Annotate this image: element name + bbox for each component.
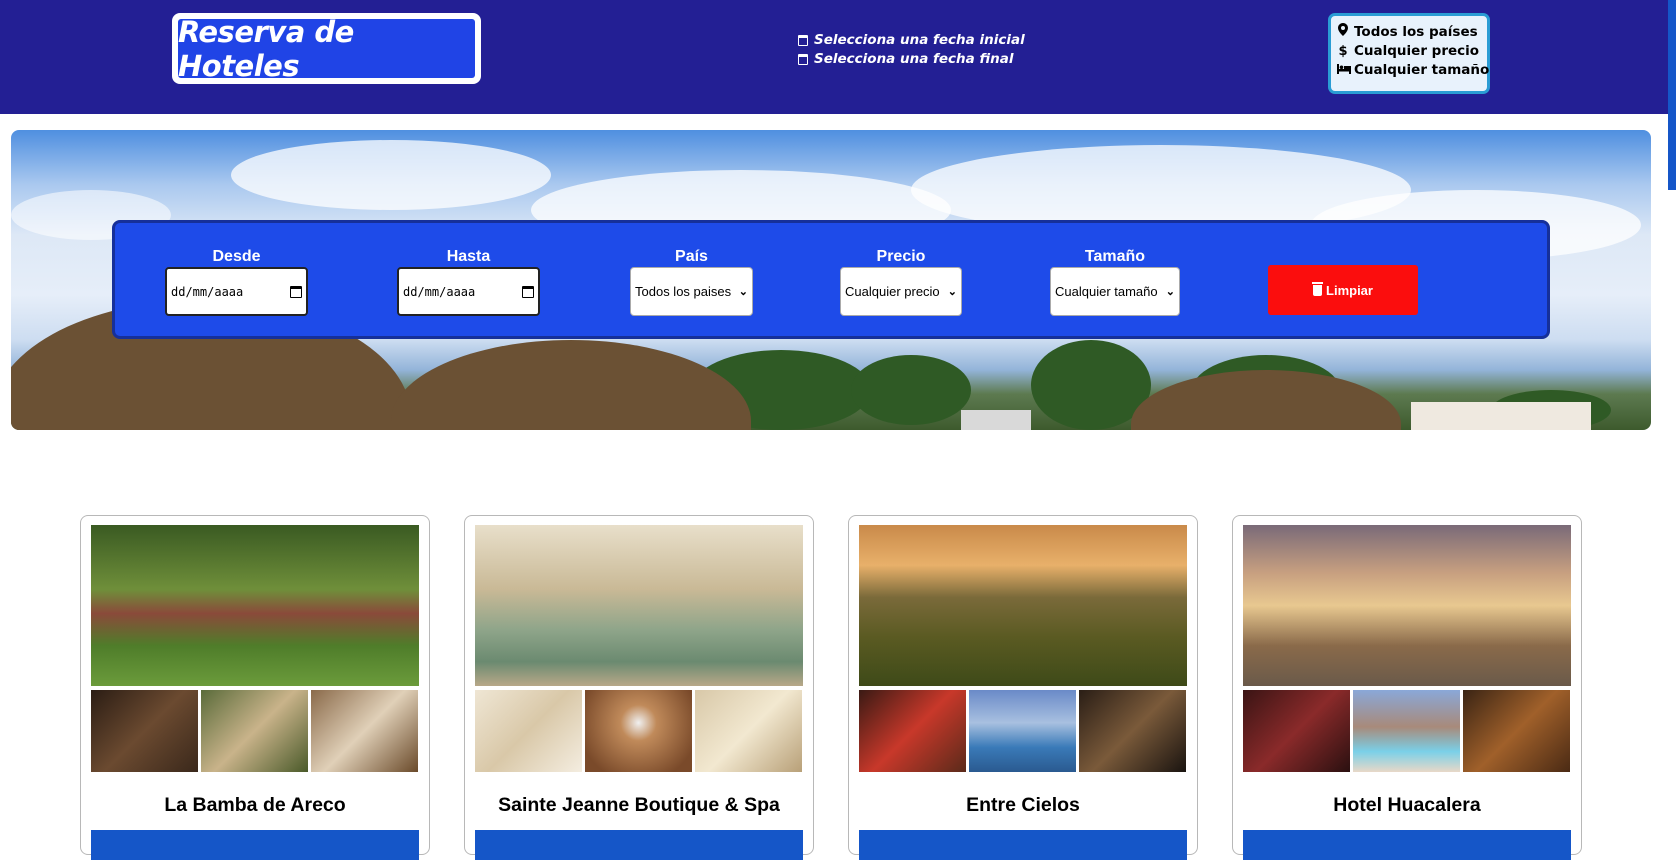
- hotel-availability-strip: [859, 830, 1187, 860]
- price-field: Precio Cualquier precio ⌄: [840, 247, 962, 316]
- hotel-card[interactable]: Entre Cielos: [848, 515, 1198, 860]
- selected-dates: Selecciona una fecha inicial Selecciona …: [798, 31, 1025, 69]
- hotel-card[interactable]: Sainte Jeanne Boutique & Spa: [464, 515, 814, 860]
- hotel-main-photo[interactable]: [91, 525, 419, 686]
- calendar-icon: [798, 35, 808, 46]
- size-select[interactable]: Cualquier tamaño ⌄: [1050, 267, 1180, 316]
- date-to-placeholder: dd/mm/aaaa: [403, 284, 476, 299]
- date-from-summary: Selecciona una fecha inicial: [798, 31, 1025, 50]
- size-label: Tamaño: [1084, 248, 1146, 265]
- clear-filters-button[interactable]: Limpiar: [1268, 265, 1418, 315]
- size-field: Tamaño Cualquier tamaño ⌄: [1050, 247, 1180, 316]
- hotel-main-photo[interactable]: [1243, 525, 1571, 686]
- date-to-summary-text: Selecciona una fecha final: [814, 51, 1014, 67]
- chevron-down-icon: ⌄: [1165, 286, 1175, 298]
- clear-filters-label: Limpiar: [1326, 282, 1373, 298]
- price-label: Precio: [876, 248, 926, 265]
- date-from-label: Desde: [212, 248, 261, 265]
- price-summary-text: Cualquier precio: [1354, 43, 1480, 59]
- hotel-availability-strip: [475, 830, 803, 860]
- date-from-placeholder: dd/mm/aaaa: [171, 284, 244, 299]
- hotel-name[interactable]: La Bamba de Areco: [81, 794, 429, 817]
- hotel-thumb-photo[interactable]: [91, 690, 198, 772]
- hotel-thumb-photo[interactable]: [585, 690, 692, 772]
- date-from-summary-text: Selecciona una fecha inicial: [814, 32, 1025, 48]
- country-summary-text: Todos los países: [1354, 24, 1478, 40]
- chevron-down-icon: ⌄: [947, 286, 957, 298]
- date-from-field: Desde dd/mm/aaaa: [165, 247, 308, 316]
- country-field: País Todos los paises ⌄: [630, 247, 753, 316]
- hotel-card[interactable]: Hotel Huacalera: [1232, 515, 1582, 860]
- price-summary: $ Cualquier precio: [1337, 42, 1487, 61]
- hotel-thumb-photo[interactable]: [695, 690, 802, 772]
- filters-summary: Todos los países $ Cualquier precio Cual…: [1328, 13, 1490, 94]
- date-to-label: Hasta: [446, 248, 491, 265]
- date-to-input[interactable]: dd/mm/aaaa: [397, 267, 540, 316]
- hotel-thumb-photo[interactable]: [311, 690, 418, 772]
- size-summary-text: Cualquier tamaño: [1354, 62, 1490, 78]
- hotel-thumb-photo[interactable]: [1463, 690, 1570, 772]
- hotel-name[interactable]: Hotel Huacalera: [1233, 794, 1581, 817]
- calendar-icon[interactable]: [290, 285, 302, 298]
- hotel-thumb-photo[interactable]: [1353, 690, 1460, 772]
- price-select-value: Cualquier precio: [845, 284, 940, 299]
- hotel-thumb-photo[interactable]: [969, 690, 1076, 772]
- scrollbar-accent: [1668, 0, 1676, 190]
- hotel-availability-strip: [1243, 830, 1571, 860]
- site-logo-text: Reserva de Hoteles: [178, 15, 475, 83]
- hotel-main-photo[interactable]: [475, 525, 803, 686]
- size-summary: Cualquier tamaño: [1337, 61, 1490, 80]
- country-summary: Todos los países: [1337, 23, 1487, 42]
- price-select[interactable]: Cualquier precio ⌄: [840, 267, 962, 316]
- hotel-thumb-photo[interactable]: [475, 690, 582, 772]
- chevron-down-icon: ⌄: [738, 286, 748, 298]
- top-header: Reserva de Hoteles Selecciona una fecha …: [0, 0, 1668, 114]
- hotel-thumb-photo[interactable]: [1079, 690, 1186, 772]
- bed-icon: [1337, 61, 1351, 80]
- hotel-main-photo[interactable]: [859, 525, 1187, 686]
- site-logo[interactable]: Reserva de Hoteles: [172, 13, 481, 84]
- country-select[interactable]: Todos los paises ⌄: [630, 267, 753, 316]
- hotel-card[interactable]: La Bamba de Areco: [80, 515, 430, 860]
- country-select-value: Todos los paises: [635, 284, 732, 299]
- date-to-field: Hasta dd/mm/aaaa: [397, 247, 540, 316]
- hotel-name[interactable]: Sainte Jeanne Boutique & Spa: [465, 794, 813, 817]
- hotel-availability-strip: [91, 830, 419, 860]
- calendar-icon[interactable]: [522, 285, 534, 298]
- country-label: País: [675, 248, 708, 265]
- hotel-name[interactable]: Entre Cielos: [849, 794, 1197, 817]
- dollar-icon: $: [1338, 44, 1348, 59]
- size-select-value: Cualquier tamaño: [1055, 284, 1158, 299]
- date-to-summary: Selecciona una fecha final: [798, 50, 1025, 69]
- date-from-input[interactable]: dd/mm/aaaa: [165, 267, 308, 316]
- hotel-thumb-photo[interactable]: [201, 690, 308, 772]
- hotel-thumb-photo[interactable]: [1243, 690, 1350, 772]
- trash-icon: [1312, 281, 1324, 296]
- calendar-icon: [798, 54, 808, 65]
- hotel-thumb-photo[interactable]: [859, 690, 966, 772]
- map-marker-icon: [1337, 23, 1349, 42]
